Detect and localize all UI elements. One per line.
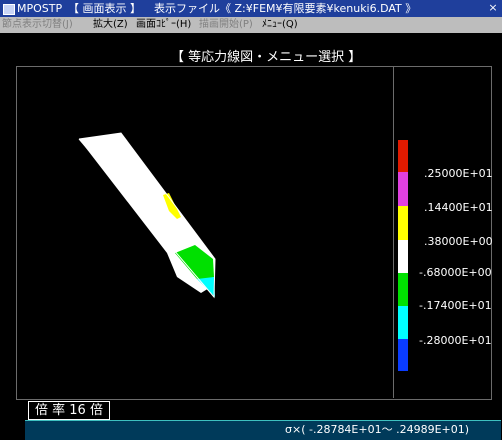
legend-swatch-5 xyxy=(398,273,408,306)
panel-title: 【 等応力線図・メニュー選択 】 xyxy=(171,50,362,65)
left-margin xyxy=(0,66,10,440)
scale-indicator: 倍 率 16 倍 xyxy=(28,401,110,420)
legend-swatch-4 xyxy=(398,240,408,273)
menu-item-zoom[interactable]: 拡大(Z) xyxy=(93,17,128,33)
contour-plot xyxy=(78,132,216,299)
menu-item-node-toggle[interactable]: 節点表示切替(J) xyxy=(2,17,73,33)
menu-item-menu[interactable]: ﾒﾆｭｰ(Q) xyxy=(262,17,298,33)
close-icon[interactable]: × xyxy=(486,1,500,15)
legend-label-1: .25000E+01 xyxy=(424,167,493,180)
file-label: 表示ファイル《 Z:¥FEM¥有限要素¥kenuki6.DAT 》 xyxy=(154,2,417,15)
app-icon xyxy=(3,4,15,15)
legend-label-6: -.28000E+01 xyxy=(419,334,492,347)
legend-swatch-3 xyxy=(398,206,408,240)
menu-bar: 節点表示切替(J) 拡大(Z) 画面ｺﾋﾟｰ(H) 描画開始(P) ﾒﾆｭｰ(Q… xyxy=(0,17,502,33)
legend-swatch-7 xyxy=(398,339,408,371)
menu-item-screen-copy[interactable]: 画面ｺﾋﾟｰ(H) xyxy=(136,17,191,33)
legend-divider xyxy=(393,66,394,398)
legend-label-2: .14400E+01 xyxy=(424,201,493,214)
menu-item-draw-start[interactable]: 描画開始(P) xyxy=(199,17,253,33)
legend-label-3: .38000E+00 xyxy=(424,235,493,248)
legend-label-4: -.68000E+00 xyxy=(419,266,492,279)
legend-label-5: -.17400E+01 xyxy=(419,299,492,312)
legend-swatch-6 xyxy=(398,306,408,339)
legend-swatch-2 xyxy=(398,172,408,206)
legend-swatch-1 xyxy=(398,140,408,172)
mode-label: 【 画面表示 】 xyxy=(68,2,141,15)
app-title: MPOSTP xyxy=(17,2,63,15)
stress-range: σ×( -.28784E+01～ .24989E+01) xyxy=(285,423,470,436)
title-bar: MPOSTP 【 画面表示 】 表示ファイル《 Z:¥FEM¥有限要素¥kenu… xyxy=(0,0,502,17)
